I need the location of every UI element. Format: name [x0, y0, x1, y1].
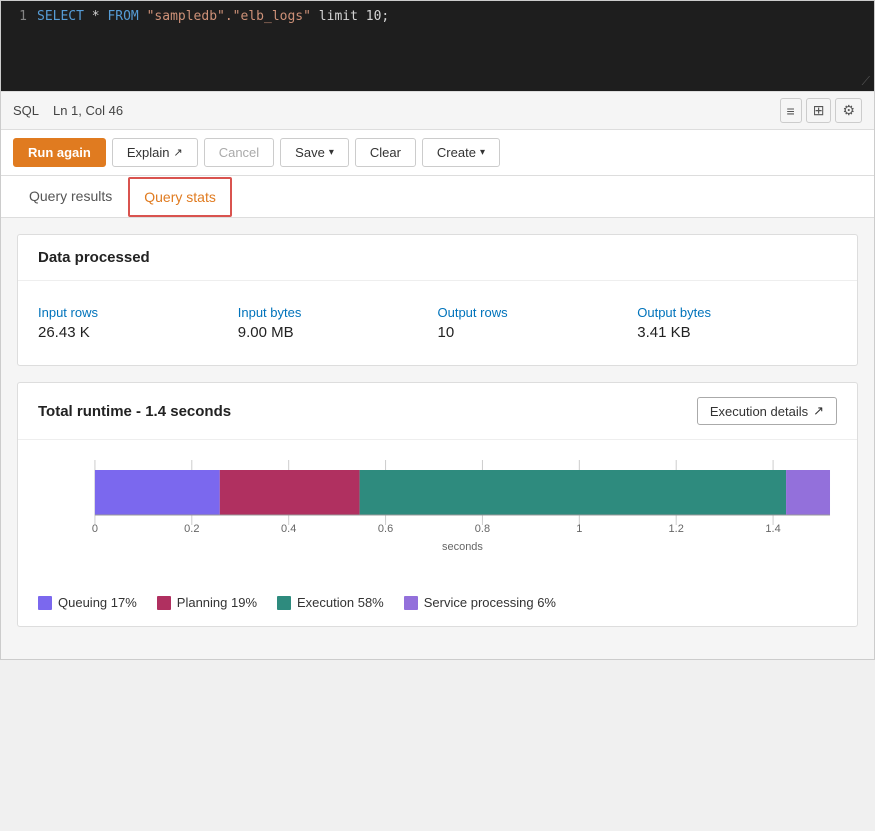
settings-button[interactable]: ⚙	[835, 98, 862, 123]
explain-external-icon: ↗	[173, 146, 182, 159]
legend-queuing-label: Queuing 17%	[58, 595, 137, 610]
svg-text:seconds: seconds	[442, 541, 483, 553]
status-bar: SQL Ln 1, Col 46 ≡ ⊞ ⚙	[1, 91, 874, 130]
input-bytes-stat: Input bytes 9.00 MB	[238, 297, 438, 349]
editor-status: SQL Ln 1, Col 46	[13, 103, 123, 118]
svg-text:0.2: 0.2	[184, 523, 199, 535]
execution-bar	[360, 470, 786, 515]
output-bytes-value: 3.41 KB	[637, 324, 837, 341]
legend-service-processing-color	[404, 596, 418, 610]
legend-execution-color	[277, 596, 291, 610]
run-again-button[interactable]: Run again	[13, 138, 106, 167]
svg-text:1: 1	[576, 523, 582, 535]
data-processed-title: Data processed	[18, 235, 857, 281]
queuing-bar	[95, 470, 220, 515]
input-rows-value: 26.43 K	[38, 324, 238, 341]
editor-language: SQL	[13, 103, 39, 118]
output-rows-stat: Output rows 10	[438, 297, 638, 349]
input-bytes-label: Input bytes	[238, 305, 438, 320]
chart-legend: Queuing 17% Planning 19% Execution 58% S…	[18, 583, 857, 626]
explain-button[interactable]: Explain ↗	[112, 138, 198, 167]
cancel-button[interactable]: Cancel	[204, 138, 274, 167]
legend-queuing-color	[38, 596, 52, 610]
line-number: 1	[1, 9, 37, 24]
create-button[interactable]: Create ▾	[422, 138, 500, 167]
svg-text:0.4: 0.4	[281, 523, 296, 535]
output-rows-label: Output rows	[438, 305, 638, 320]
runtime-header: Total runtime - 1.4 seconds Execution de…	[18, 383, 857, 440]
input-rows-stat: Input rows 26.43 K	[38, 297, 238, 349]
output-bytes-stat: Output bytes 3.41 KB	[637, 297, 837, 349]
execution-details-button[interactable]: Execution details ↗	[697, 397, 837, 425]
legend-execution: Execution 58%	[277, 595, 384, 610]
data-processed-body: Input rows 26.43 K Input bytes 9.00 MB O…	[18, 281, 857, 365]
create-dropdown-arrow: ▾	[480, 147, 485, 158]
code-editor[interactable]: 1 SELECT * FROM "sampledb"."elb_logs" li…	[1, 1, 874, 91]
data-processed-card: Data processed Input rows 26.43 K Input …	[17, 234, 858, 366]
status-action-buttons: ≡ ⊞ ⚙	[780, 98, 862, 123]
planning-bar	[220, 470, 360, 515]
runtime-chart: 0 0.2 0.4 0.6 0.8 1 1.2 1.4 seconds	[18, 440, 857, 583]
code-content: SELECT * FROM "sampledb"."elb_logs" limi…	[37, 9, 389, 24]
clear-button[interactable]: Clear	[355, 138, 416, 167]
resize-handle[interactable]: ⟋	[862, 74, 870, 89]
svg-text:0: 0	[92, 523, 98, 535]
legend-queuing: Queuing 17%	[38, 595, 137, 610]
legend-execution-label: Execution 58%	[297, 595, 384, 610]
execution-details-external-icon: ↗	[813, 403, 824, 419]
tab-query-stats[interactable]: Query stats	[128, 177, 232, 217]
legend-planning: Planning 19%	[157, 595, 257, 610]
output-rows-value: 10	[438, 324, 638, 341]
content-area: Data processed Input rows 26.43 K Input …	[1, 218, 874, 659]
legend-planning-label: Planning 19%	[177, 595, 257, 610]
svg-text:1.2: 1.2	[669, 523, 684, 535]
input-rows-label: Input rows	[38, 305, 238, 320]
input-bytes-value: 9.00 MB	[238, 324, 438, 341]
tabs-bar: Query results Query stats	[1, 176, 874, 218]
format-button[interactable]: ≡	[780, 98, 802, 123]
legend-planning-color	[157, 596, 171, 610]
svg-text:0.8: 0.8	[475, 523, 490, 535]
output-bytes-label: Output bytes	[637, 305, 837, 320]
tab-query-results[interactable]: Query results	[13, 176, 128, 218]
runtime-card: Total runtime - 1.4 seconds Execution de…	[17, 382, 858, 627]
editor-cursor: Ln 1, Col 46	[53, 103, 123, 118]
chart-svg: 0 0.2 0.4 0.6 0.8 1 1.2 1.4 seconds	[38, 460, 837, 570]
stats-grid: Input rows 26.43 K Input bytes 9.00 MB O…	[38, 297, 837, 349]
toolbar: Run again Explain ↗ Cancel Save ▾ Clear …	[1, 130, 874, 176]
service-processing-bar	[786, 470, 830, 515]
save-button[interactable]: Save ▾	[280, 138, 349, 167]
svg-text:1.4: 1.4	[765, 523, 780, 535]
legend-service-processing-label: Service processing 6%	[424, 595, 556, 610]
grid-button[interactable]: ⊞	[806, 98, 832, 123]
legend-service-processing: Service processing 6%	[404, 595, 556, 610]
svg-text:0.6: 0.6	[378, 523, 393, 535]
runtime-title: Total runtime - 1.4 seconds	[38, 403, 231, 420]
editor-line-1: 1 SELECT * FROM "sampledb"."elb_logs" li…	[1, 9, 874, 24]
save-dropdown-arrow: ▾	[329, 147, 334, 158]
